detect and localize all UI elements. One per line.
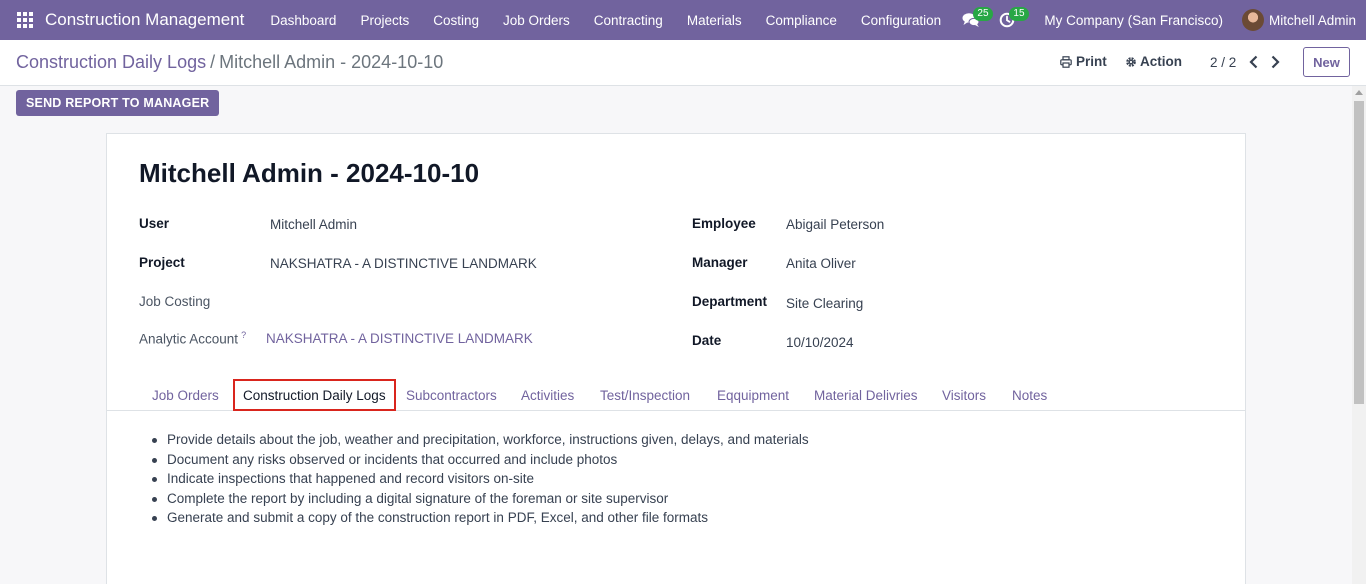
tab-subcontractors[interactable]: Subcontractors bbox=[398, 379, 505, 411]
user-label: User bbox=[139, 216, 170, 231]
tab-visitors[interactable]: Visitors bbox=[934, 379, 994, 411]
form-sheet: Mitchell Admin - 2024-10-10 User Mitchel… bbox=[106, 133, 1246, 584]
notebook-tabs: Job Orders Construction Daily Logs Subco… bbox=[107, 377, 1245, 411]
messages-count-badge: 25 bbox=[973, 7, 993, 21]
app-brand[interactable]: Construction Management bbox=[45, 10, 244, 30]
action-button[interactable]: Action bbox=[1125, 54, 1182, 69]
send-report-to-manager-button[interactable]: SEND REPORT TO MANAGER bbox=[16, 90, 220, 116]
action-label: Action bbox=[1140, 54, 1182, 69]
tab-activities[interactable]: Activities bbox=[513, 379, 582, 411]
job-costing-label: Job Costing bbox=[139, 294, 211, 309]
top-navbar: Construction Management Dashboard Projec… bbox=[0, 0, 1366, 40]
tab-material-deliveries[interactable]: Material Delivries bbox=[806, 379, 926, 411]
menu-item-materials[interactable]: Materials bbox=[675, 0, 754, 40]
list-item: Document any risks observed or incidents… bbox=[152, 450, 809, 470]
pager-value[interactable]: 2 / 2 bbox=[1210, 55, 1236, 70]
help-tooltip-icon[interactable]: ? bbox=[241, 330, 246, 340]
tab-construction-daily-logs[interactable]: Construction Daily Logs bbox=[233, 379, 396, 411]
list-item: Indicate inspections that happened and r… bbox=[152, 469, 809, 489]
menu-item-dashboard[interactable]: Dashboard bbox=[258, 0, 348, 40]
gear-icon bbox=[1126, 56, 1136, 67]
avatar bbox=[1241, 9, 1264, 31]
company-switcher[interactable]: My Company (San Francisco) bbox=[1044, 13, 1223, 28]
form-status-bar: SEND REPORT TO MANAGER bbox=[0, 86, 1352, 120]
print-button[interactable]: Print bbox=[1060, 54, 1107, 69]
date-field[interactable]: 10/10/2024 bbox=[786, 335, 854, 350]
record-title: Mitchell Admin - 2024-10-10 bbox=[139, 158, 480, 188]
list-item: Generate and submit a copy of the constr… bbox=[152, 508, 809, 528]
breadcrumb-separator: / bbox=[210, 52, 216, 72]
activities-button[interactable]: 15 bbox=[996, 0, 1029, 40]
tab-test-inspection[interactable]: Test/Inspection bbox=[592, 379, 698, 411]
vertical-scrollbar[interactable] bbox=[1352, 86, 1366, 584]
new-record-button[interactable]: New bbox=[1303, 47, 1350, 77]
menu-item-projects[interactable]: Projects bbox=[348, 0, 421, 40]
apps-grid-icon[interactable] bbox=[17, 12, 33, 28]
analytic-account-label: Analytic Account? bbox=[139, 330, 246, 347]
main-menu: Dashboard Projects Costing Job Orders Co… bbox=[258, 0, 953, 40]
employee-field[interactable]: Abigail Peterson bbox=[786, 217, 884, 232]
user-name: Mitchell Admin bbox=[1268, 12, 1356, 28]
navbar-systray: 25 15 My Company (San Francisco) Mitchel… bbox=[960, 0, 1366, 40]
department-field[interactable]: Site Clearing bbox=[786, 296, 863, 311]
printer-icon bbox=[1060, 55, 1072, 68]
list-item: Provide details about the job, weather a… bbox=[152, 430, 809, 450]
chevron-right-icon[interactable] bbox=[1268, 54, 1282, 70]
date-label: Date bbox=[692, 333, 722, 348]
menu-item-costing[interactable]: Costing bbox=[421, 0, 491, 40]
breadcrumb-current: Mitchell Admin - 2024-10-10 bbox=[219, 52, 444, 72]
list-item: Complete the report by including a digit… bbox=[152, 489, 809, 509]
menu-item-job-orders[interactable]: Job Orders bbox=[491, 0, 582, 40]
user-menu[interactable]: Mitchell Admin bbox=[1241, 9, 1356, 31]
tab-job-orders[interactable]: Job Orders bbox=[144, 379, 227, 411]
chevron-left-icon[interactable] bbox=[1247, 54, 1261, 70]
analytic-account-label-text: Analytic Account bbox=[139, 331, 239, 347]
scroll-thumb[interactable] bbox=[1354, 101, 1364, 404]
menu-item-configuration[interactable]: Configuration bbox=[849, 0, 953, 40]
daily-log-instructions-list: Provide details about the job, weather a… bbox=[152, 430, 809, 528]
control-panel: Construction Daily Logs / Mitchell Admin -… bbox=[0, 40, 1366, 86]
breadcrumb: Construction Daily Logs / Mitchell Admin -… bbox=[16, 52, 443, 73]
print-label: Print bbox=[1076, 54, 1107, 69]
department-label: Department bbox=[692, 294, 768, 309]
project-label: Project bbox=[139, 255, 185, 270]
user-field[interactable]: Mitchell Admin bbox=[270, 217, 357, 232]
breadcrumb-parent-link[interactable]: Construction Daily Logs bbox=[16, 52, 206, 72]
employee-label: Employee bbox=[692, 216, 756, 231]
activities-count-badge: 15 bbox=[1009, 7, 1029, 21]
menu-item-compliance[interactable]: Compliance bbox=[754, 0, 849, 40]
menu-item-contracting[interactable]: Contracting bbox=[582, 0, 675, 40]
scroll-up-arrow-icon[interactable] bbox=[1355, 90, 1363, 95]
messages-button[interactable]: 25 bbox=[960, 0, 993, 40]
tab-equipment[interactable]: Eqquipment bbox=[709, 379, 797, 411]
tab-notes[interactable]: Notes bbox=[1004, 379, 1055, 411]
manager-label: Manager bbox=[692, 255, 748, 270]
manager-field[interactable]: Anita Oliver bbox=[786, 256, 856, 271]
project-field[interactable]: NAKSHATRA - A DISTINCTIVE LANDMARK bbox=[270, 256, 537, 271]
analytic-account-field[interactable]: NAKSHATRA - A DISTINCTIVE LANDMARK bbox=[266, 331, 533, 346]
